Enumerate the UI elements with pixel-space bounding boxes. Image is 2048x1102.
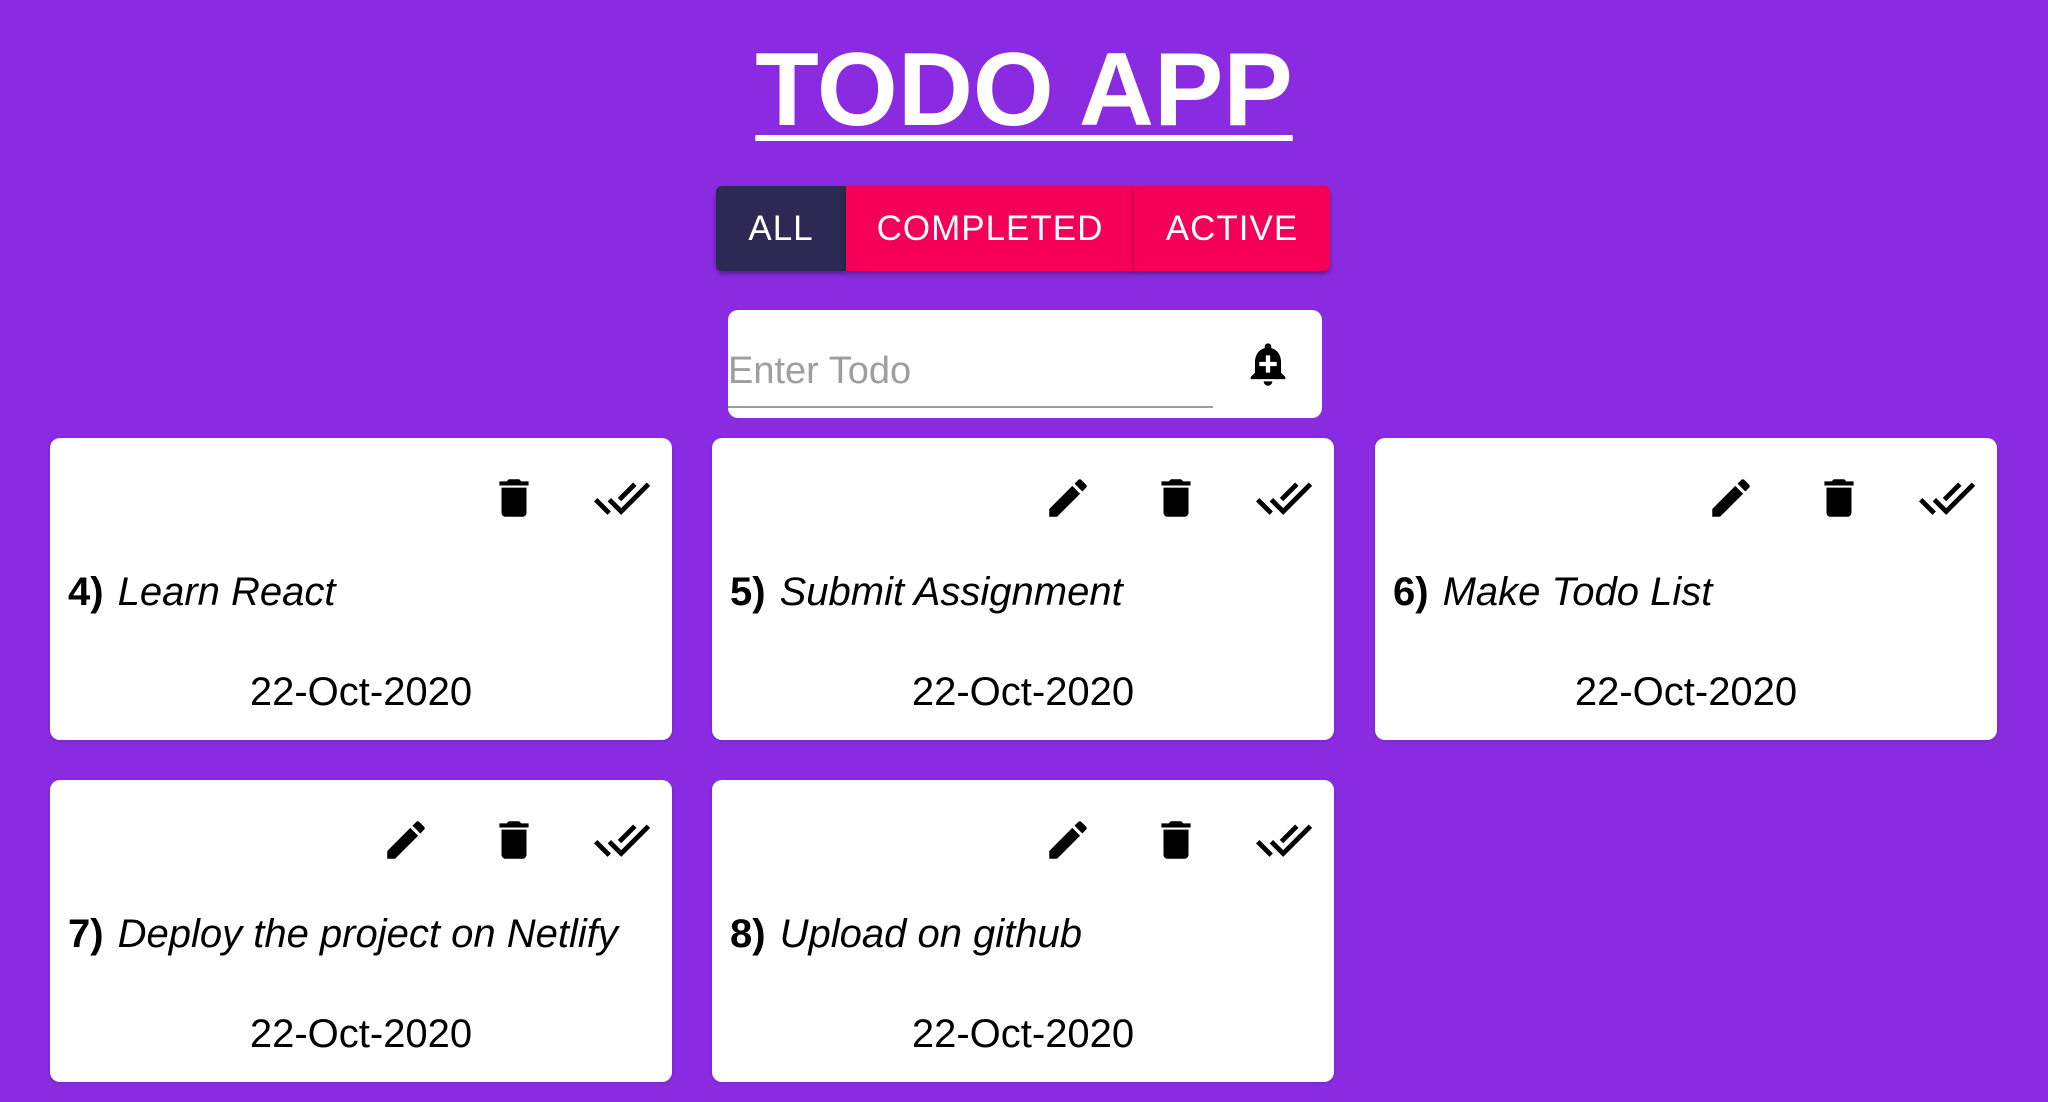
filter-completed-button[interactable]: COMPLETED (846, 186, 1134, 271)
todo-text: 4) Learn React (68, 570, 336, 615)
todo-number: 5) (730, 570, 766, 614)
edit-button[interactable] (376, 810, 436, 870)
filter-button-group: ALL COMPLETED ACTIVE (716, 186, 1330, 271)
todo-text: 7) Deploy the project on Netlify (68, 912, 618, 957)
todo-number: 4) (68, 570, 104, 614)
double-check-icon (1255, 824, 1313, 857)
edit-button[interactable] (1701, 468, 1761, 528)
filter-active-button[interactable]: ACTIVE (1134, 186, 1330, 271)
todo-actions (990, 468, 1314, 528)
complete-button[interactable] (1254, 810, 1314, 870)
bell-plus-icon (1250, 343, 1286, 386)
todo-actions (328, 810, 652, 870)
trash-icon (499, 479, 529, 517)
pencil-icon (1049, 479, 1087, 517)
delete-button[interactable] (484, 810, 544, 870)
complete-button[interactable] (592, 468, 652, 528)
todo-text: 6) Make Todo List (1393, 570, 1712, 615)
todo-date: 22-Oct-2020 (249, 670, 473, 714)
todo-label: Deploy the project on Netlify (117, 912, 618, 956)
filter-all-button[interactable]: ALL (716, 186, 846, 271)
todo-date: 22-Oct-2020 (911, 1012, 1135, 1056)
trash-icon (1161, 479, 1191, 517)
edit-button[interactable] (1038, 468, 1098, 528)
todo-label: Learn React (117, 570, 336, 614)
todo-card: 6) Make Todo List 22-Oct-2020 (1375, 438, 1997, 740)
todo-label: Upload on github (779, 912, 1083, 956)
todo-actions (1653, 468, 1977, 528)
delete-button[interactable] (484, 468, 544, 528)
complete-button[interactable] (1917, 468, 1977, 528)
trash-icon (1824, 479, 1854, 517)
todo-number: 6) (1393, 570, 1429, 614)
pencil-icon (1712, 479, 1750, 517)
delete-button[interactable] (1146, 468, 1206, 528)
double-check-icon (1255, 482, 1313, 515)
todo-number: 8) (730, 912, 766, 956)
todo-number: 7) (68, 912, 104, 956)
todo-label: Make Todo List (1442, 570, 1713, 614)
todo-input[interactable] (728, 336, 1213, 408)
todo-card: 7) Deploy the project on Netlify 22-Oct-2… (50, 780, 672, 1082)
todo-card: 4) Learn React 22-Oct-2020 (50, 438, 672, 740)
pencil-icon (387, 821, 425, 859)
complete-button[interactable] (592, 810, 652, 870)
todo-date: 22-Oct-2020 (1574, 670, 1798, 714)
double-check-icon (1918, 482, 1976, 515)
todo-date: 22-Oct-2020 (249, 1012, 473, 1056)
todo-card: 5) Submit Assignment 22-Oct-2020 (712, 438, 1334, 740)
todo-date: 22-Oct-2020 (911, 670, 1135, 714)
todo-actions (990, 810, 1314, 870)
todo-card: 8) Upload on github 22-Oct-2020 (712, 780, 1334, 1082)
todo-text: 8) Upload on github (730, 912, 1082, 957)
pencil-icon (1049, 821, 1087, 859)
delete-button[interactable] (1146, 810, 1206, 870)
delete-button[interactable] (1809, 468, 1869, 528)
todo-label: Submit Assignment (779, 570, 1123, 614)
double-check-icon (593, 482, 651, 515)
double-check-icon (593, 824, 651, 857)
edit-button[interactable] (1038, 810, 1098, 870)
complete-button[interactable] (1254, 468, 1314, 528)
trash-icon (1161, 821, 1191, 859)
app-title: TODO APP (755, 32, 1293, 148)
trash-icon (499, 821, 529, 859)
todo-actions (436, 468, 652, 528)
add-todo-button[interactable] (1238, 334, 1298, 394)
todo-text: 5) Submit Assignment (730, 570, 1123, 615)
add-todo-form (728, 310, 1322, 418)
